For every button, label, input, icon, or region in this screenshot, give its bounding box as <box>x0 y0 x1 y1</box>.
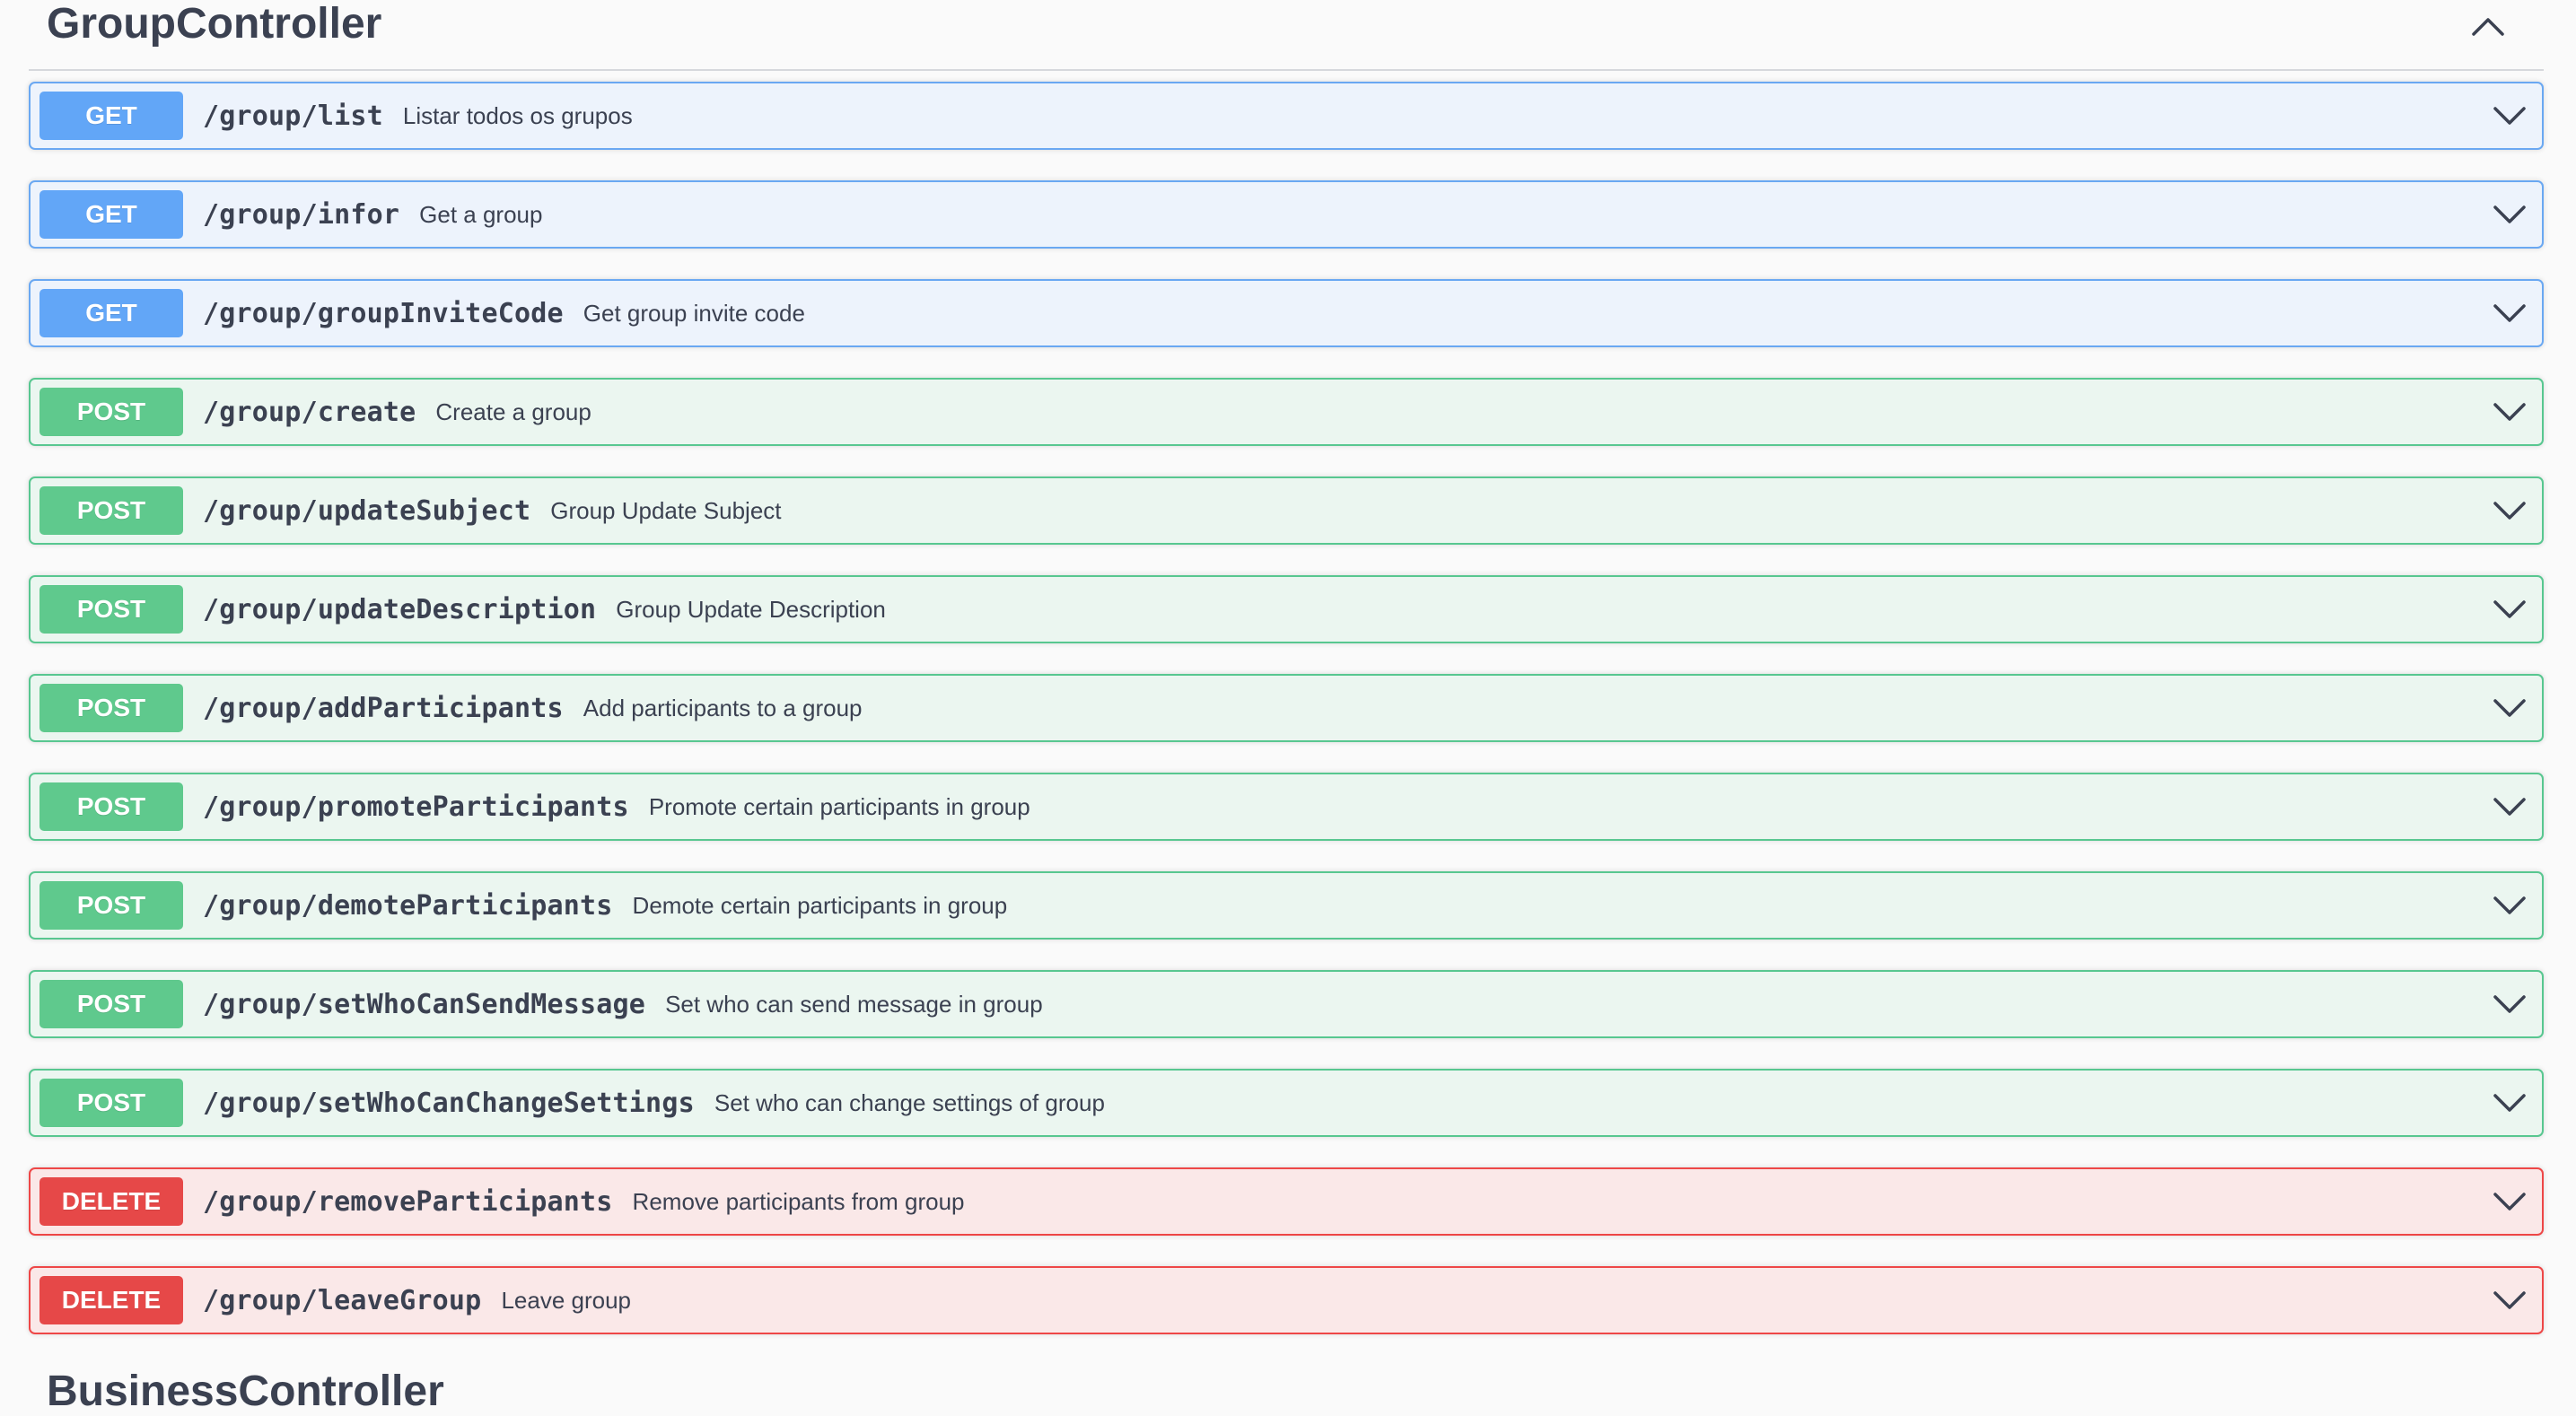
expand-operation-button[interactable] <box>2490 591 2529 627</box>
method-badge: GET <box>39 190 183 239</box>
operation-row-post[interactable]: POST /group/setWhoCanSendMessage Set who… <box>29 970 2544 1038</box>
operation-path[interactable]: /group/promoteParticipants <box>203 791 629 823</box>
method-badge: POST <box>39 980 183 1028</box>
chevron-down-icon <box>2493 403 2526 421</box>
collapse-section-button[interactable] <box>2466 9 2510 45</box>
operation-summary: Group Update Description <box>616 595 886 623</box>
operation-row-delete[interactable]: DELETE /group/removeParticipants Remove … <box>29 1167 2544 1236</box>
expand-operation-button[interactable] <box>2490 887 2529 923</box>
chevron-down-icon <box>2493 896 2526 914</box>
chevron-up-icon <box>2472 18 2504 36</box>
operation-path[interactable]: /group/updateSubject <box>203 495 530 527</box>
operation-row-post[interactable]: POST /group/updateDescription Group Upda… <box>29 575 2544 643</box>
expand-operation-button[interactable] <box>2490 197 2529 232</box>
operation-summary: Get a group <box>419 200 543 228</box>
method-badge: POST <box>39 684 183 732</box>
operation-summary: Leave group <box>501 1286 632 1314</box>
expand-operation-button[interactable] <box>2490 690 2529 726</box>
operation-row-delete[interactable]: DELETE /group/leaveGroup Leave group <box>29 1266 2544 1334</box>
operation-path[interactable]: /group/setWhoCanChangeSettings <box>203 1088 695 1119</box>
operation-path[interactable]: /group/create <box>203 397 416 428</box>
operation-row-post[interactable]: POST /group/setWhoCanChangeSettings Set … <box>29 1069 2544 1137</box>
operation-path[interactable]: /group/list <box>203 101 383 132</box>
operations-list: GET /group/list Listar todos os grupos G… <box>29 82 2544 1334</box>
method-badge: GET <box>39 289 183 337</box>
group-controller-section: GroupController GET /group/list Listar t… <box>29 0 2544 1365</box>
chevron-down-icon <box>2493 304 2526 322</box>
operation-path[interactable]: /group/updateDescription <box>203 594 596 625</box>
operation-path[interactable]: /group/groupInviteCode <box>203 298 564 329</box>
operation-summary: Remove participants from group <box>632 1187 965 1215</box>
chevron-down-icon <box>2493 1094 2526 1112</box>
operation-row-post[interactable]: POST /group/addParticipants Add particip… <box>29 674 2544 742</box>
chevron-down-icon <box>2493 600 2526 618</box>
chevron-down-icon <box>2493 995 2526 1013</box>
operation-row-get[interactable]: GET /group/list Listar todos os grupos <box>29 82 2544 150</box>
expand-operation-button[interactable] <box>2490 98 2529 134</box>
operation-path[interactable]: /group/setWhoCanSendMessage <box>203 989 645 1020</box>
chevron-down-icon <box>2493 502 2526 520</box>
method-badge: POST <box>39 1079 183 1127</box>
operation-summary: Listar todos os grupos <box>402 101 633 129</box>
expand-operation-button[interactable] <box>2490 1282 2529 1318</box>
operation-path[interactable]: /group/leaveGroup <box>203 1285 481 1316</box>
section-header[interactable]: GroupController <box>29 0 2544 71</box>
operation-row-get[interactable]: GET /group/groupInviteCode Get group inv… <box>29 279 2544 347</box>
operation-row-post[interactable]: POST /group/demoteParticipants Demote ce… <box>29 871 2544 940</box>
operation-row-get[interactable]: GET /group/infor Get a group <box>29 180 2544 249</box>
operation-summary: Group Update Subject <box>550 496 782 524</box>
method-badge: POST <box>39 486 183 535</box>
operation-summary: Get group invite code <box>583 299 805 327</box>
operation-row-post[interactable]: POST /group/promoteParticipants Promote … <box>29 773 2544 841</box>
chevron-down-icon <box>2493 699 2526 717</box>
method-badge: POST <box>39 782 183 831</box>
expand-operation-button[interactable] <box>2490 1085 2529 1121</box>
operation-path[interactable]: /group/infor <box>203 199 399 231</box>
section-title[interactable]: GroupController <box>47 0 381 48</box>
method-badge: DELETE <box>39 1276 183 1324</box>
operation-summary: Demote certain participants in group <box>632 891 1008 919</box>
method-badge: DELETE <box>39 1177 183 1226</box>
chevron-down-icon <box>2493 205 2526 223</box>
method-badge: GET <box>39 92 183 140</box>
chevron-down-icon <box>2493 1291 2526 1309</box>
expand-operation-button[interactable] <box>2490 295 2529 331</box>
operation-path[interactable]: /group/removeParticipants <box>203 1186 613 1218</box>
expand-operation-button[interactable] <box>2490 986 2529 1022</box>
expand-operation-button[interactable] <box>2490 789 2529 825</box>
operation-summary: Create a group <box>435 398 591 425</box>
expand-operation-button[interactable] <box>2490 1184 2529 1219</box>
method-badge: POST <box>39 881 183 930</box>
method-badge: POST <box>39 585 183 634</box>
chevron-down-icon <box>2493 107 2526 125</box>
operation-row-post[interactable]: POST /group/create Create a group <box>29 378 2544 446</box>
chevron-down-icon <box>2493 798 2526 816</box>
operation-path[interactable]: /group/addParticipants <box>203 693 564 724</box>
operation-summary: Set who can send message in group <box>665 990 1043 1018</box>
operation-row-post[interactable]: POST /group/updateSubject Group Update S… <box>29 476 2544 545</box>
operation-path[interactable]: /group/demoteParticipants <box>203 890 613 922</box>
operation-summary: Add participants to a group <box>583 694 863 721</box>
expand-operation-button[interactable] <box>2490 493 2529 529</box>
method-badge: POST <box>39 388 183 436</box>
operation-summary: Set who can change settings of group <box>714 1088 1105 1116</box>
next-section-title[interactable]: BusinessController <box>47 1368 444 1416</box>
expand-operation-button[interactable] <box>2490 394 2529 430</box>
chevron-down-icon <box>2493 1193 2526 1211</box>
operation-summary: Promote certain participants in group <box>648 792 1030 820</box>
